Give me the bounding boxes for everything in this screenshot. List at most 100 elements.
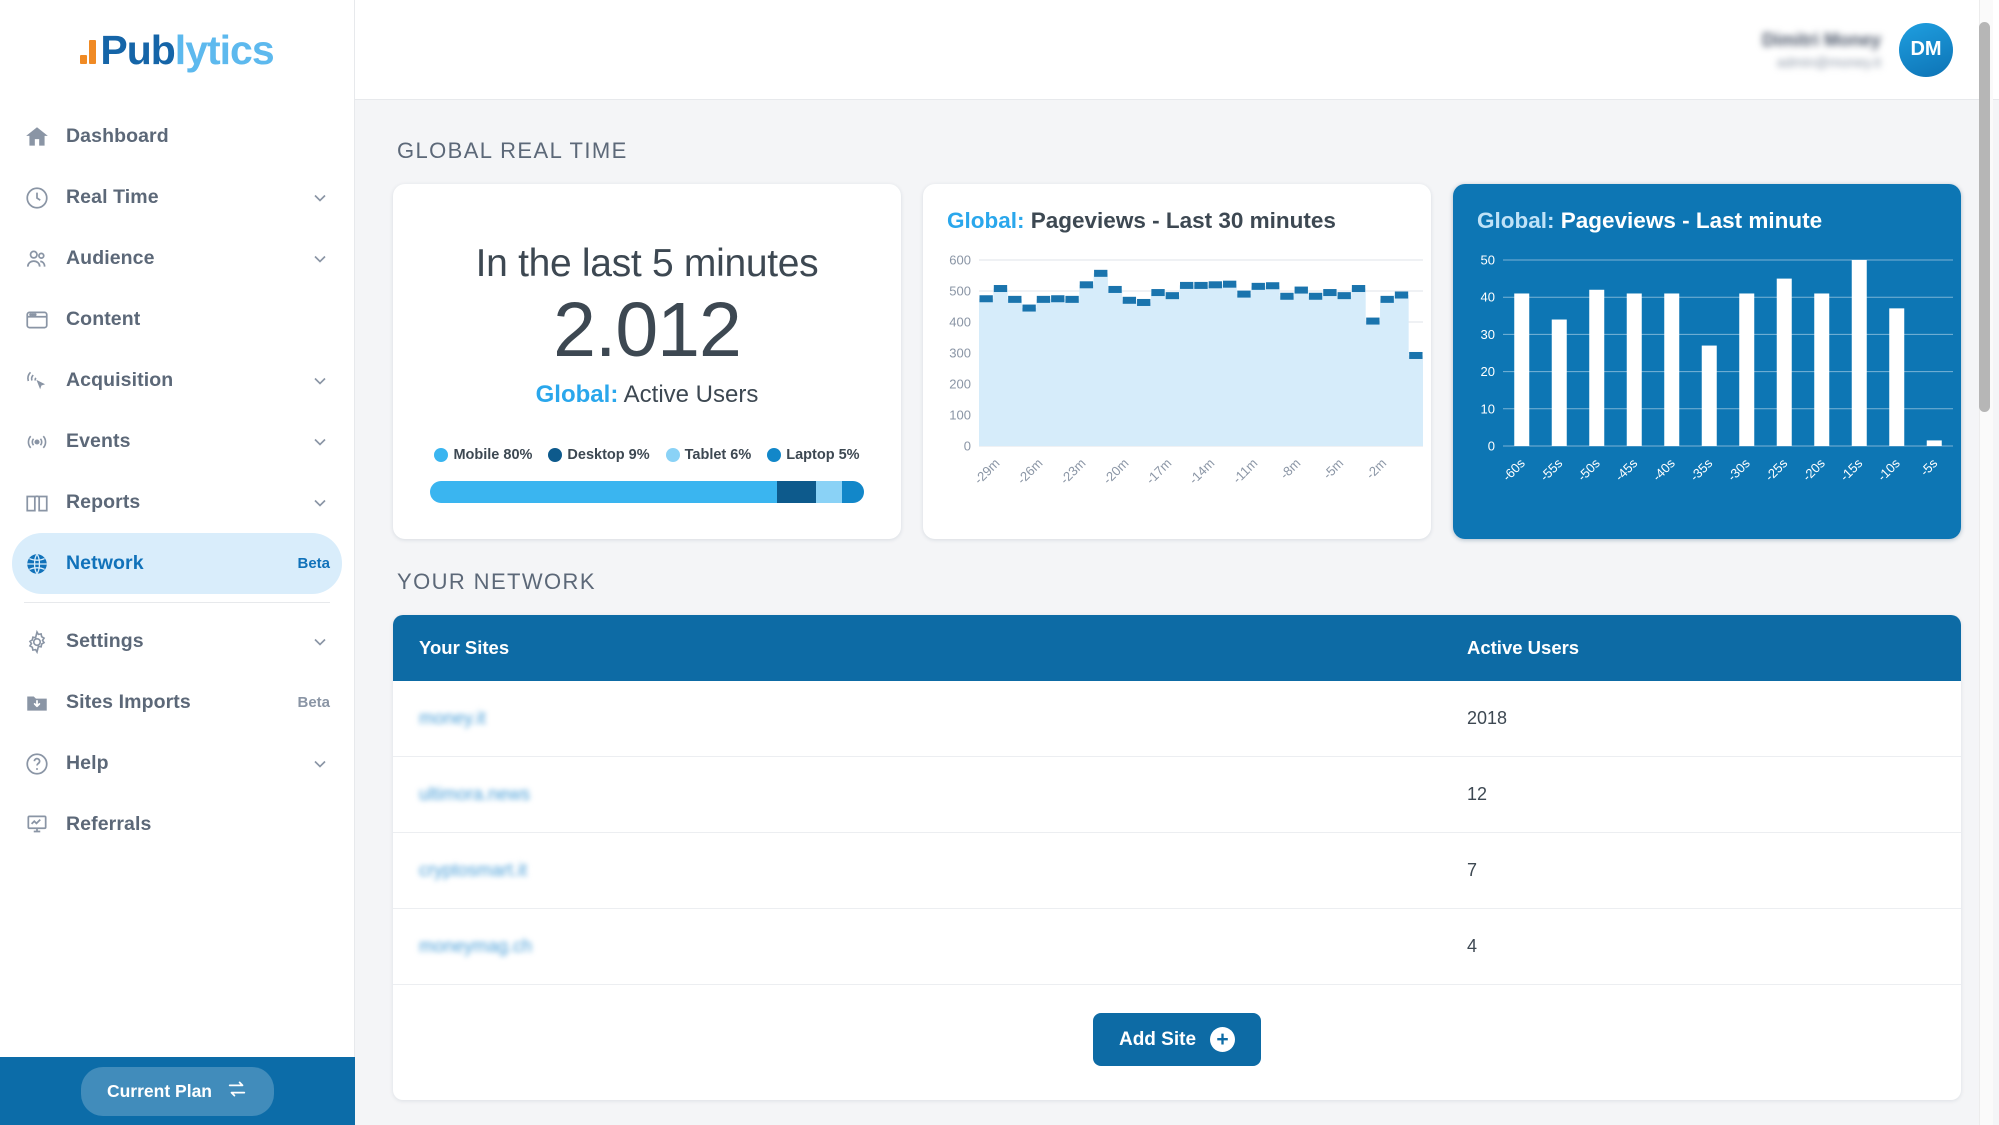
active-users-card: In the last 5 minutes 2.012 Global: Acti… bbox=[393, 184, 901, 539]
sidebar-item-settings[interactable]: Settings bbox=[12, 611, 342, 672]
page-title-your-network: YOUR NETWORK bbox=[397, 569, 596, 594]
chart-title-text: Pageviews - Last 30 minutes bbox=[1030, 208, 1336, 233]
step-segment bbox=[1337, 292, 1351, 300]
pageviews-30min-card: Global: Pageviews - Last 30 minutes 0 100… bbox=[923, 184, 1431, 539]
active-users-sublabel: Global: Active Users bbox=[536, 381, 759, 409]
step-segment bbox=[1294, 286, 1308, 294]
bar bbox=[1776, 278, 1792, 446]
brand-logo[interactable]: Pub lytics bbox=[0, 0, 354, 100]
chart-title-prefix: Global: bbox=[947, 208, 1025, 233]
step-segment bbox=[1194, 281, 1208, 289]
pageviews-30min-plot: 0 100 200 300 400 500 600 -29m -26m -23m -20m -17m -… bbox=[923, 248, 1431, 513]
sidebar-item-help[interactable]: Help bbox=[12, 733, 342, 794]
column-header-sites[interactable]: Your Sites bbox=[393, 615, 1441, 681]
x-tick-label: -11m bbox=[1230, 456, 1261, 487]
cell-active-users: 12 bbox=[1441, 756, 1961, 833]
chevron-down-icon[interactable] bbox=[310, 371, 330, 391]
legend-dot-icon bbox=[548, 447, 563, 462]
y-tick-label: 30 bbox=[1481, 327, 1495, 342]
sidebar-item-label: Referrals bbox=[66, 813, 152, 835]
x-tick-label: -45s bbox=[1612, 455, 1641, 484]
site-link[interactable]: cryptosmart.it bbox=[419, 860, 527, 880]
stack-segment bbox=[430, 480, 778, 503]
bar bbox=[1589, 289, 1605, 446]
scrollbar-thumb[interactable] bbox=[1979, 22, 1990, 412]
site-link[interactable]: money.it bbox=[419, 708, 486, 728]
sidebar-divider bbox=[24, 602, 330, 603]
step-segment bbox=[1409, 351, 1423, 359]
cell-active-users: 4 bbox=[1441, 908, 1961, 985]
sidebar-item-events[interactable]: Events bbox=[12, 411, 342, 472]
x-tick-label: -25s bbox=[1762, 455, 1791, 484]
legend-label: Laptop 5% bbox=[786, 446, 860, 463]
sidebar-item-acquisition[interactable]: Acquisition bbox=[12, 350, 342, 411]
sidebar-item-network[interactable]: Network Beta bbox=[12, 533, 342, 594]
x-tick-label: -35s bbox=[1687, 455, 1716, 484]
x-tick-label: -50s bbox=[1574, 455, 1603, 484]
sidebar-item-label: Content bbox=[66, 308, 141, 330]
y-tick-label: 300 bbox=[949, 346, 971, 361]
legend-item: Tablet 6% bbox=[665, 447, 751, 463]
step-segment bbox=[1022, 304, 1036, 312]
legend-label: Desktop 9% bbox=[567, 446, 650, 463]
sidebar-item-dashboard[interactable]: Dashboard bbox=[12, 106, 342, 167]
site-link[interactable]: moneymag.ch bbox=[419, 936, 532, 956]
table-row: ultimora.news 12 bbox=[393, 756, 1961, 833]
cell-active-users: 7 bbox=[1441, 832, 1961, 909]
bar bbox=[1851, 260, 1867, 446]
sites-table: Your Sites Active Users money.it 2018 ulti… bbox=[393, 615, 1961, 985]
chevron-down-icon[interactable] bbox=[310, 493, 330, 513]
step-segment bbox=[1351, 285, 1366, 293]
folder-download-icon bbox=[24, 690, 66, 716]
x-tick-label: -5m bbox=[1320, 456, 1346, 482]
y-tick-label: 50 bbox=[1481, 253, 1495, 268]
sidebar-item-audience[interactable]: Audience bbox=[12, 228, 342, 289]
device-legend: Mobile 80% Desktop 9% Tablet 6% Laptop 5% bbox=[434, 446, 860, 463]
avatar[interactable]: DM bbox=[1899, 22, 1953, 77]
table-row: moneymag.ch 4 bbox=[393, 908, 1961, 985]
sidebar-item-sites-imports[interactable]: Sites Imports Beta bbox=[12, 672, 342, 733]
legend-item: Desktop 9% bbox=[548, 446, 650, 463]
table-header-row: Your Sites Active Users bbox=[393, 615, 1961, 681]
stack-segment bbox=[777, 480, 817, 503]
main-area: Dimitri Money admin@money.it DM GLOBAL R… bbox=[355, 0, 1999, 1125]
current-plan-button[interactable]: Current Plan bbox=[80, 1066, 275, 1116]
chevron-down-icon[interactable] bbox=[310, 432, 330, 452]
browser-icon bbox=[24, 307, 66, 333]
chevron-down-icon[interactable] bbox=[310, 754, 330, 774]
chevron-down-icon[interactable] bbox=[310, 632, 330, 652]
site-link[interactable]: ultimora.news bbox=[419, 784, 530, 804]
sidebar-item-reports[interactable]: Reports bbox=[12, 472, 342, 533]
sidebar-item-content[interactable]: Content bbox=[12, 289, 342, 350]
presentation-chart-icon bbox=[24, 812, 66, 838]
chevron-down-icon[interactable] bbox=[310, 188, 330, 208]
step-segment bbox=[1036, 295, 1051, 303]
sidebar-item-referrals[interactable]: Referrals bbox=[12, 794, 342, 855]
step-segment bbox=[1137, 298, 1151, 306]
add-site-button[interactable]: Add Site + bbox=[1092, 1013, 1262, 1066]
current-plan-label: Current Plan bbox=[106, 1080, 213, 1101]
swap-arrows-icon bbox=[226, 1078, 248, 1105]
sidebar-item-real-time[interactable]: Real Time bbox=[12, 167, 342, 228]
sidebar-item-label: Audience bbox=[66, 247, 155, 269]
y-tick-label: 200 bbox=[949, 377, 971, 392]
step-segment bbox=[1094, 269, 1108, 277]
legend-dot-icon bbox=[767, 447, 782, 462]
plus-icon: + bbox=[1210, 1027, 1236, 1052]
chevron-down-icon[interactable] bbox=[310, 249, 330, 269]
column-header-active-users[interactable]: Active Users bbox=[1441, 615, 1961, 681]
legend-item: Laptop 5% bbox=[767, 446, 860, 463]
step-segment bbox=[1079, 281, 1094, 289]
step-segment bbox=[1222, 280, 1237, 288]
bar bbox=[1701, 345, 1717, 446]
legend-dot-icon bbox=[434, 447, 449, 462]
x-tick-label: -20s bbox=[1799, 455, 1828, 484]
bar bbox=[1626, 293, 1642, 446]
book-icon bbox=[24, 490, 66, 516]
step-segment bbox=[1065, 295, 1079, 303]
y-tick-label: 600 bbox=[949, 253, 971, 268]
logo-bars-icon bbox=[80, 34, 98, 64]
scrollbar-track[interactable] bbox=[1979, 0, 1993, 1125]
cell-site: cryptosmart.it bbox=[393, 832, 1441, 909]
logo-text-pub: Pub bbox=[100, 26, 175, 73]
